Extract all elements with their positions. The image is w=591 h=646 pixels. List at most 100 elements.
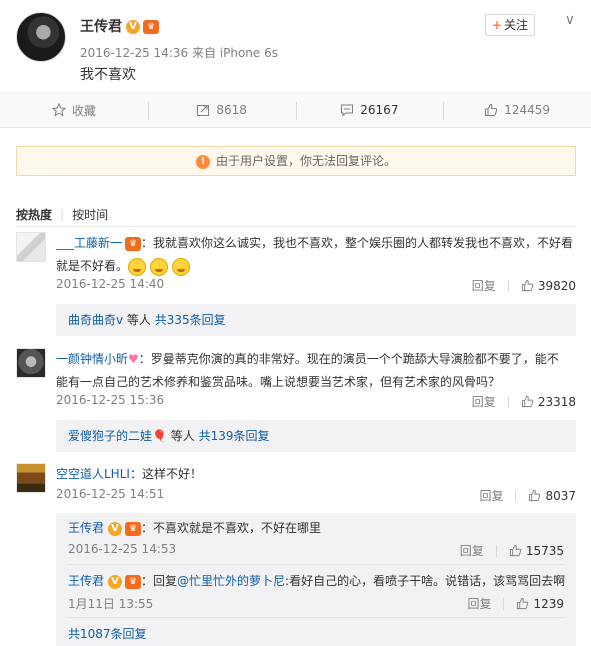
weibo-post: 王传君 V ♛ 2016-12-25 14:36 来自 iPhone 6s 我不喜欢… xyxy=(0,0,591,92)
sort-by-time-tab[interactable]: 按时间 xyxy=(72,208,108,222)
sub-reply-user[interactable]: 王传君 xyxy=(68,574,104,588)
sub-reply-user[interactable]: 爱傻狍子的二娃 xyxy=(68,429,152,443)
thumbs-up-icon[interactable] xyxy=(509,544,522,557)
divider xyxy=(515,489,517,502)
comment-content: ___工藤新一 ♛ ：我就喜欢你这么诚实，我也不喜欢，整个娱乐圈的人都转发我也不喜欢… xyxy=(56,232,576,278)
forward-button[interactable]: 8618 xyxy=(147,93,296,127)
emoji-icon xyxy=(128,257,147,276)
commenter-avatar[interactable] xyxy=(16,232,46,262)
forward-icon xyxy=(197,105,210,116)
warning-icon: ! xyxy=(195,154,210,169)
sub-reply-text: :看好自己的心，看喷子干啥。说错话，该骂骂回去啊 xyxy=(285,574,566,588)
comment-text-line1: ：这样不好！ xyxy=(129,467,202,481)
author-name[interactable]: 王传君 xyxy=(80,19,122,35)
comment-text-line2: 就是不好看。 xyxy=(56,259,129,273)
favorite-button[interactable]: 收藏 xyxy=(0,93,148,127)
divider xyxy=(507,279,509,292)
sort-separator: | xyxy=(60,208,65,222)
sub-reply-time: 1月11日 13:55 xyxy=(68,597,154,611)
sub-replies-box: 王传君 V ♛ ：不喜欢就是不喜欢，不好在哪里 2016-12-25 14:53 回复… xyxy=(56,513,576,646)
reply-button[interactable]: 回复 xyxy=(467,595,491,612)
divider xyxy=(503,597,505,610)
sub-reply-user[interactable]: 曲奇曲奇v xyxy=(68,313,123,327)
sub-reply-actions: 回复 1239 xyxy=(467,595,564,612)
comment-text-line2: 能有一点自己的艺术修养和鉴赏品味。嘴上说想要当艺术家，但有艺术家的风骨吗？ xyxy=(56,375,501,389)
balloon-icon: 🎈 xyxy=(152,429,167,443)
sub-reply-like-count: 15735 xyxy=(525,543,564,558)
thumbs-up-icon[interactable] xyxy=(521,279,534,292)
sub-reply-count[interactable]: 共139条回复 xyxy=(199,429,270,443)
thumbs-up-icon[interactable] xyxy=(521,395,534,408)
post-action-bar: 收藏 8618 26167 124459 xyxy=(0,92,591,128)
sub-replies-summary[interactable]: 曲奇曲奇v 等人 共335条回复 xyxy=(56,304,576,336)
sort-by-hot-tab[interactable]: 按热度 xyxy=(16,208,52,222)
comment-actions: 回复 8037 xyxy=(479,487,576,504)
divider xyxy=(68,617,564,618)
sub-reply-mid: 等人 xyxy=(123,313,155,327)
heart-icon: ♥ xyxy=(128,352,139,366)
notice-text: 由于用户设置，你无法回复评论。 xyxy=(215,154,396,168)
author-avatar[interactable] xyxy=(16,12,66,62)
divider xyxy=(495,544,497,557)
reply-button[interactable]: 回复 xyxy=(472,393,496,410)
divider xyxy=(16,226,576,227)
comment-text-line1: ：我就喜欢你这么诚实，我也不喜欢，整个娱乐圈的人都转发我也不喜欢，不好看 xyxy=(141,236,574,250)
sub-reply-item: 王传君 V ♛ ：回复@忙里忙外的萝卜尼:看好自己的心，看喷子干啥。说错话，该骂骂回去… xyxy=(68,572,565,590)
commenter-name[interactable]: 空空道人LHLI xyxy=(56,467,130,481)
thumbs-up-icon xyxy=(485,103,498,116)
divider xyxy=(507,395,509,408)
comment-sort-tabs: 按热度 | 按时间 xyxy=(16,206,108,223)
plus-icon: + xyxy=(491,18,502,32)
thumbs-up-icon[interactable] xyxy=(528,489,541,502)
reply-button[interactable]: 回复 xyxy=(460,542,484,559)
sub-replies-summary[interactable]: 爱傻狍子的二娃🎈 等人 共139条回复 xyxy=(56,420,576,452)
comment-actions: 回复 23318 xyxy=(472,393,576,410)
like-button[interactable]: 124459 xyxy=(443,93,591,127)
post-meta: 2016-12-25 14:36 来自 iPhone 6s xyxy=(80,46,278,60)
post-text: 我不喜欢 xyxy=(80,67,136,83)
comment-content: 一颜钟情小昕♥：罗曼蒂克你演的真的非常好。现在的演员一个个跪舔大导演脸都不要了，… xyxy=(56,348,576,394)
reply-button[interactable]: 回复 xyxy=(479,487,503,504)
thumbs-up-icon[interactable] xyxy=(516,597,529,610)
star-icon xyxy=(51,103,66,117)
commenter-name[interactable]: 一颜钟情小昕 xyxy=(56,352,128,366)
commenter-name[interactable]: ___工藤新一 xyxy=(56,236,122,250)
reply-button[interactable]: 回复 xyxy=(472,277,496,294)
comment-icon xyxy=(341,104,354,117)
comment-time: 2016-12-25 14:51 xyxy=(56,487,165,501)
follow-label: 关注 xyxy=(503,18,528,32)
emoji-icon xyxy=(150,257,169,276)
member-crown-icon: ♛ xyxy=(125,574,142,589)
comment-button[interactable]: 26167 xyxy=(295,93,444,127)
sub-reply-prefix: ：回复 xyxy=(141,574,178,588)
chevron-down-icon[interactable]: ∨ xyxy=(565,12,575,28)
verified-badge-icon: V xyxy=(108,574,123,589)
comment-like-count: 23318 xyxy=(537,394,576,409)
emoji-icon xyxy=(172,257,191,276)
comment-like-count: 8037 xyxy=(545,488,576,503)
divider xyxy=(68,564,564,565)
more-replies-link[interactable]: 共1087条回复 xyxy=(68,625,147,642)
comment-time: 2016-12-25 14:40 xyxy=(56,277,165,291)
commenter-avatar[interactable] xyxy=(16,463,46,493)
sub-reply-user[interactable]: 王传君 xyxy=(68,521,104,535)
author-name-row: 王传君 V ♛ xyxy=(80,16,159,36)
sub-reply-like-count: 1239 xyxy=(533,596,564,611)
mention-link[interactable]: @忙里忙外的萝卜尼 xyxy=(177,574,285,588)
sub-reply-mid: 等人 xyxy=(166,429,199,443)
favorite-label: 收藏 xyxy=(71,103,96,118)
member-crown-icon: ♛ xyxy=(143,20,159,34)
reply-restriction-notice: ! 由于用户设置，你无法回复评论。 xyxy=(16,146,576,176)
commenter-avatar[interactable] xyxy=(16,348,46,378)
sub-reply-count[interactable]: 共335条回复 xyxy=(155,313,226,327)
like-count: 124459 xyxy=(504,103,551,117)
comment-content: 空空道人LHLI：这样不好！ xyxy=(56,463,576,486)
follow-button[interactable]: + 关注 xyxy=(484,14,535,36)
comment-actions: 回复 39820 xyxy=(472,277,576,294)
comment-count: 26167 xyxy=(360,103,399,117)
comment-time: 2016-12-25 15:36 xyxy=(56,393,165,407)
comment-text-line1: ：罗曼蒂克你演的真的非常好。现在的演员一个个跪舔大导演脸都不要了，能不 xyxy=(138,352,559,366)
comment-like-count: 39820 xyxy=(537,278,576,293)
sub-reply-text: ：不喜欢就是不喜欢，不好在哪里 xyxy=(141,521,322,535)
verified-badge-icon: V xyxy=(126,20,140,34)
